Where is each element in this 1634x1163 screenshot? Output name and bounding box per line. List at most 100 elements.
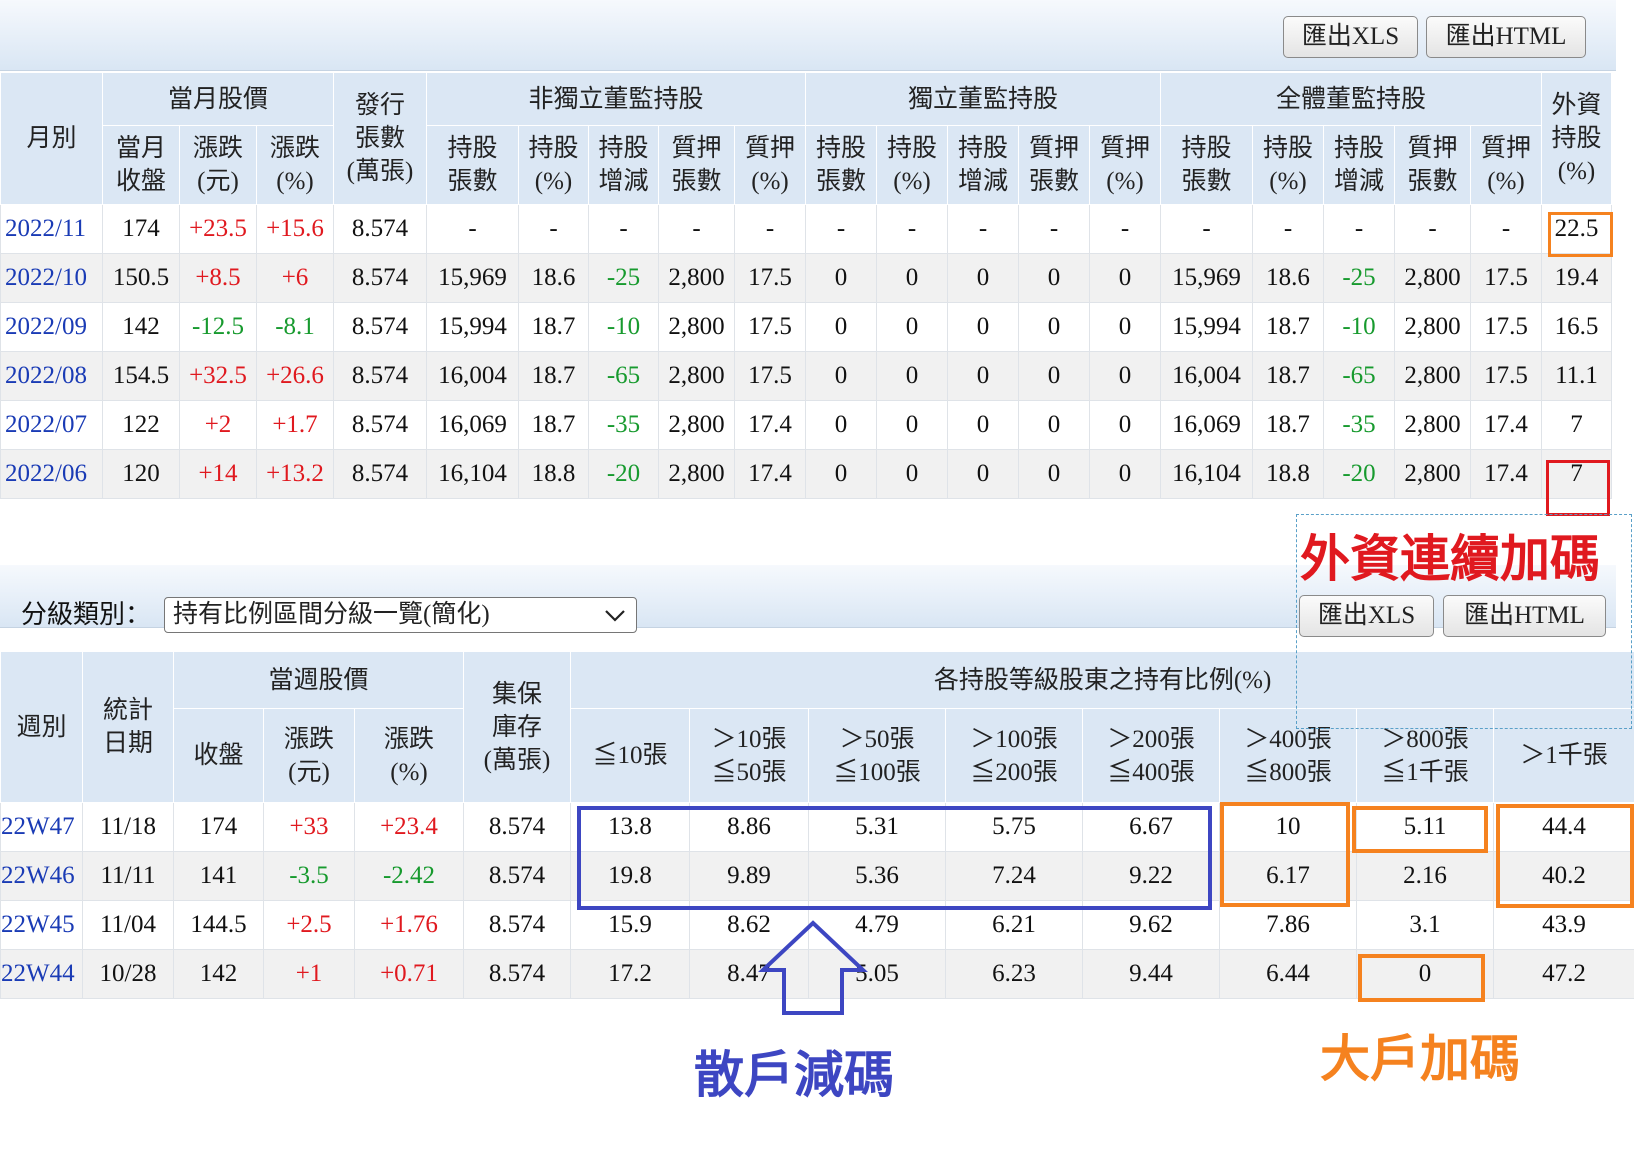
table-cell: -8.1: [256, 302, 334, 352]
table-cell: 0: [947, 302, 1019, 352]
table-cell: 11/11: [82, 851, 174, 901]
table-cell: 17.5: [734, 351, 806, 401]
table-cell: 17.5: [1470, 302, 1542, 352]
week-link[interactable]: 22W47: [0, 802, 83, 852]
table-cell: 0: [876, 302, 948, 352]
week-link[interactable]: 22W45: [0, 900, 83, 950]
table-cell: 0: [1018, 253, 1090, 303]
table-cell: -65: [588, 351, 659, 401]
table-cell: +1.76: [354, 900, 464, 950]
subheader-cell: ＞1千張: [1492, 708, 1634, 803]
export-html-button-bottom[interactable]: 匯出HTML: [1443, 595, 1606, 637]
month-link[interactable]: 2022/08: [0, 351, 103, 401]
table-cell: 0: [805, 400, 877, 450]
table-cell: 5.31: [808, 802, 946, 852]
subheader-cell: ＞400張 ≦800張: [1219, 708, 1357, 803]
table-cell: +1: [263, 949, 355, 999]
table-cell: 0: [1089, 400, 1161, 450]
table-cell: 17.5: [1470, 253, 1542, 303]
month-link[interactable]: 2022/09: [0, 302, 103, 352]
month-link[interactable]: 2022/10: [0, 253, 103, 303]
table-cell: 6.21: [945, 900, 1083, 950]
table-cell: 6.44: [1219, 949, 1357, 999]
table-cell: +2: [179, 400, 257, 450]
table-cell: 18.7: [1252, 400, 1324, 450]
subheader-cell: 持股 增減: [1323, 125, 1395, 205]
table-cell: -: [1018, 204, 1090, 254]
table-cell: 40.2: [1492, 851, 1634, 901]
table-cell: 11/04: [82, 900, 174, 950]
table-cell: 0: [805, 449, 877, 499]
table-cell: +6: [256, 253, 334, 303]
week-link[interactable]: 22W46: [0, 851, 83, 901]
table-cell: 13.8: [570, 802, 690, 852]
table-cell: -: [1160, 204, 1253, 254]
table-cell: -12.5: [179, 302, 257, 352]
month-link[interactable]: 2022/06: [0, 449, 103, 499]
table-cell: -: [1470, 204, 1542, 254]
week-link[interactable]: 22W44: [0, 949, 83, 999]
export-xls-button-bottom[interactable]: 匯出XLS: [1299, 595, 1434, 637]
table-cell: 0: [947, 351, 1019, 401]
table-cell: 0: [1089, 351, 1161, 401]
level-category-value: 持有比例區間分級一覽(簡化): [173, 601, 490, 628]
subheader-cell: 漲跌 (元): [263, 708, 355, 803]
table-cell: 9.62: [1082, 900, 1220, 950]
table-cell: +14: [179, 449, 257, 499]
table-cell: +1.7: [256, 400, 334, 450]
table-cell: -25: [588, 253, 659, 303]
level-category-select[interactable]: 持有比例區間分級一覽(簡化): [164, 597, 637, 633]
table-cell: 7: [1541, 449, 1612, 499]
table-cell: -25: [1323, 253, 1395, 303]
subheader-cell: 質押 張數: [658, 125, 735, 205]
header-monthly-price: 當月股價: [102, 72, 334, 126]
subheader-cell: 持股 增減: [947, 125, 1019, 205]
table-row: 2022/09 142 -12.5 -8.1 8.574 15,994 18.7 -10 2,8…: [0, 302, 1612, 352]
table-cell: 122: [102, 400, 180, 450]
table-cell: 0: [947, 400, 1019, 450]
subheader-cell: ＞200張 ≦400張: [1082, 708, 1220, 803]
table-cell: 0: [1018, 449, 1090, 499]
export-html-button-top[interactable]: 匯出HTML: [1426, 16, 1586, 58]
table-cell: 16,104: [426, 449, 519, 499]
table-cell: -: [1323, 204, 1395, 254]
table-cell: 6.67: [1082, 802, 1220, 852]
subheader-cell: ＞800張 ≦1千張: [1356, 708, 1494, 803]
table-cell: 5.36: [808, 851, 946, 901]
table-row: 2022/08 154.5 +32.5 +26.6 8.574 16,004 18.7 -65…: [0, 351, 1612, 401]
table-cell: 0: [1089, 253, 1161, 303]
table-cell: 16.5: [1541, 302, 1612, 352]
subheader-cell: 質押 張數: [1394, 125, 1471, 205]
subheader-cell: ＞50張 ≦100張: [808, 708, 946, 803]
table-cell: 19.8: [570, 851, 690, 901]
table-cell: 16,069: [1160, 400, 1253, 450]
subheader-cell: 質押 (%): [1470, 125, 1542, 205]
table-cell: -10: [588, 302, 659, 352]
table-cell: 8.574: [463, 900, 571, 950]
table-cell: +26.6: [256, 351, 334, 401]
table-cell: -3.5: [263, 851, 355, 901]
table-cell: 0: [1089, 302, 1161, 352]
table-cell: 2,800: [658, 449, 735, 499]
table-cell: -: [1252, 204, 1324, 254]
table-cell: 2,800: [1394, 449, 1471, 499]
table-cell: 0: [876, 449, 948, 499]
table-cell: 8.574: [333, 253, 427, 303]
retail-reduction-annotation: 散戶減碼: [694, 1046, 894, 1104]
table-cell: 17.4: [734, 400, 806, 450]
table-cell: 16,104: [1160, 449, 1253, 499]
export-xls-button-top[interactable]: 匯出XLS: [1283, 16, 1418, 58]
table-cell: +13.2: [256, 449, 334, 499]
table-cell: -35: [1323, 400, 1395, 450]
table-cell: 8.86: [689, 802, 809, 852]
table-cell: +33: [263, 802, 355, 852]
table-cell: 11.1: [1541, 351, 1612, 401]
table-cell: -: [805, 204, 877, 254]
table-cell: 2,800: [658, 302, 735, 352]
header-issued-shares: 發行 張數 (萬張): [333, 72, 427, 205]
table-cell: 8.574: [333, 302, 427, 352]
table-cell: 5.75: [945, 802, 1083, 852]
month-link[interactable]: 2022/11: [0, 204, 103, 254]
month-link[interactable]: 2022/07: [0, 400, 103, 450]
table-cell: 0: [1018, 302, 1090, 352]
